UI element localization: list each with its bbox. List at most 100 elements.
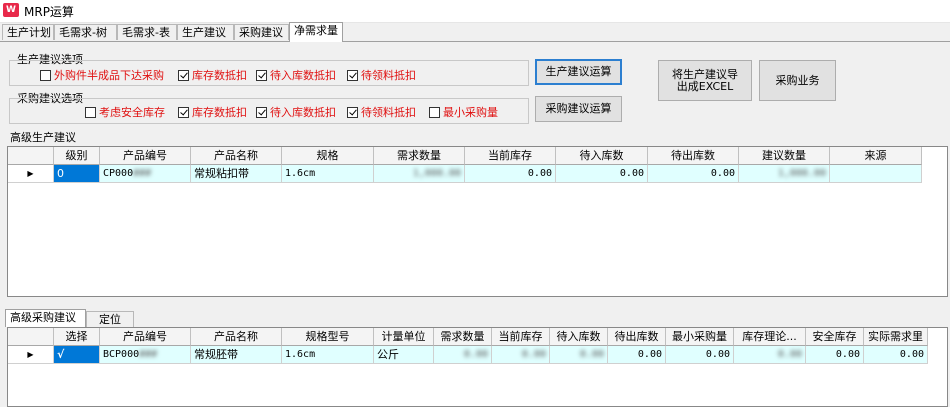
checkbox-safety-stock[interactable]: 考虑安全库存 — [85, 104, 165, 120]
checkbox-checked-icon — [256, 106, 267, 118]
cell-actual-demand[interactable]: 0.00 — [864, 346, 928, 364]
cell-code[interactable]: CP000### — [100, 165, 191, 183]
checkbox-pending-pick-deduct[interactable]: 待领料抵扣 — [347, 67, 416, 83]
grid-header: 选择 产品编号 产品名称 规格型号 计量单位 需求数量 当前库存 待入库数 待出… — [8, 328, 928, 346]
col-incoming[interactable]: 待入库数 — [556, 147, 648, 165]
cell-safety-stock[interactable]: 0.00 — [806, 346, 864, 364]
col-actual-demand[interactable]: 实际需求里 — [864, 328, 928, 346]
col-demand[interactable]: 需求数量 — [374, 147, 465, 165]
checkbox-label: 最小采购量 — [443, 106, 498, 119]
tab-gross-demand-table[interactable]: 毛需求-表 — [117, 24, 177, 40]
cell-code-redacted: ### — [139, 349, 158, 360]
tab-purchase-suggestion[interactable]: 采购建议 — [234, 24, 289, 40]
cell-code-redacted: ### — [133, 168, 152, 179]
tab-net-demand[interactable]: 净需求量 — [289, 22, 343, 42]
cell-stock-theory[interactable]: 0.00 — [734, 346, 806, 364]
row-indicator-icon: ▶ — [8, 346, 54, 364]
checkbox-checked-icon — [178, 69, 189, 81]
purchase-grid[interactable]: 选择 产品编号 产品名称 规格型号 计量单位 需求数量 当前库存 待入库数 待出… — [7, 327, 948, 407]
cell-code-text: CP000 — [103, 168, 134, 179]
purchase-business-button[interactable]: 采购业务 — [759, 60, 836, 101]
tab-locate[interactable]: 定位 — [86, 311, 134, 327]
cell-level[interactable]: 0 — [54, 165, 100, 183]
cell-demand-value: 0.00 — [463, 349, 488, 360]
tab-production-plan[interactable]: 生产计划 — [2, 24, 54, 40]
checkbox-min-purchase[interactable]: 最小采购量 — [429, 104, 498, 120]
cell-code[interactable]: BCP000### — [100, 346, 191, 364]
cell-source[interactable] — [830, 165, 922, 183]
cell-stock[interactable]: 0.00 — [465, 165, 556, 183]
checkbox-incoming-deduct[interactable]: 待入库数抵扣 — [256, 67, 336, 83]
col-spec[interactable]: 规格 — [282, 147, 374, 165]
app-icon: W — [3, 3, 19, 17]
checkbox-icon — [85, 106, 96, 118]
cell-min-purchase[interactable]: 0.00 — [666, 346, 734, 364]
checkbox-checked-icon — [347, 69, 358, 81]
col-unit[interactable]: 计量单位 — [374, 328, 434, 346]
checkbox-checked-icon — [256, 69, 267, 81]
col-demand[interactable]: 需求数量 — [434, 328, 492, 346]
cell-stock-theory-value: 0.00 — [777, 349, 802, 360]
checkbox-outsourced-purchase[interactable]: 外购件半成品下达采购 — [40, 67, 164, 83]
cell-outgoing[interactable]: 0.00 — [608, 346, 666, 364]
col-stock[interactable]: 当前库存 — [465, 147, 556, 165]
cell-demand[interactable]: 1,000.00 — [374, 165, 465, 183]
tab-production-suggestion[interactable]: 生产建议 — [177, 24, 234, 40]
col-outgoing[interactable]: 待出库数 — [608, 328, 666, 346]
col-min-purchase[interactable]: 最小采购量 — [666, 328, 734, 346]
checkbox-label: 外购件半成品下达采购 — [54, 69, 164, 82]
window-title: MRP运算 — [24, 5, 74, 19]
checkbox-pending-pick-deduct-purchase[interactable]: 待领料抵扣 — [347, 104, 416, 120]
cell-suggest-value: 1,000.00 — [777, 168, 826, 179]
checkbox-label: 库存数抵扣 — [192, 106, 247, 119]
cell-incoming[interactable]: 0.00 — [556, 165, 648, 183]
col-incoming[interactable]: 待入库数 — [550, 328, 608, 346]
row-indicator-icon: ▶ — [8, 165, 54, 183]
col-name[interactable]: 产品名称 — [191, 147, 282, 165]
checkbox-stock-deduct-purchase[interactable]: 库存数抵扣 — [178, 104, 247, 120]
production-calc-button[interactable]: 生产建议运算 — [535, 59, 622, 85]
col-source[interactable]: 来源 — [830, 147, 922, 165]
col-code[interactable]: 产品编号 — [100, 328, 191, 346]
checkbox-icon — [40, 69, 51, 81]
col-stock[interactable]: 当前库存 — [492, 328, 550, 346]
col-safety-stock[interactable]: 安全库存 — [806, 328, 864, 346]
checkbox-incoming-deduct-purchase[interactable]: 待入库数抵扣 — [256, 104, 336, 120]
table-row[interactable]: ▶ √ BCP000### 常规胚带 1.6cm 公斤 0.00 0.00 0.… — [8, 346, 928, 364]
col-outgoing[interactable]: 待出库数 — [648, 147, 739, 165]
col-spec-model[interactable]: 规格型号 — [282, 328, 374, 346]
checkbox-label: 待入库数抵扣 — [270, 69, 336, 82]
title-bar: W MRP运算 — [0, 0, 950, 23]
cell-demand[interactable]: 0.00 — [434, 346, 492, 364]
checkbox-label: 库存数抵扣 — [192, 69, 247, 82]
checkbox-checked-icon — [347, 106, 358, 118]
cell-incoming[interactable]: 0.00 — [550, 346, 608, 364]
cell-spec[interactable]: 1.6cm — [282, 346, 374, 364]
col-suggest[interactable]: 建议数量 — [739, 147, 830, 165]
tab-gross-demand-tree[interactable]: 毛需求-树 — [54, 24, 117, 40]
export-excel-button[interactable]: 将生产建议导出成EXCEL — [658, 60, 752, 101]
col-stock-theory[interactable]: 库存理论... — [734, 328, 806, 346]
cell-code-text: BCP000 — [103, 349, 140, 360]
tab-advanced-purchase[interactable]: 高级采购建议 — [5, 309, 86, 327]
checkbox-checked-icon — [178, 106, 189, 118]
col-level[interactable]: 级别 — [54, 147, 100, 165]
col-name[interactable]: 产品名称 — [191, 328, 282, 346]
cell-outgoing[interactable]: 0.00 — [648, 165, 739, 183]
col-select[interactable]: 选择 — [54, 328, 100, 346]
cell-select-checkmark[interactable]: √ — [54, 346, 100, 364]
checkbox-stock-deduct[interactable]: 库存数抵扣 — [178, 67, 247, 83]
cell-name[interactable]: 常规胚带 — [191, 346, 282, 364]
cell-stock[interactable]: 0.00 — [492, 346, 550, 364]
purchase-calc-button[interactable]: 采购建议运算 — [535, 96, 622, 122]
col-code[interactable]: 产品编号 — [100, 147, 191, 165]
checkbox-label: 待领料抵扣 — [361, 106, 416, 119]
cell-spec[interactable]: 1.6cm — [282, 165, 374, 183]
production-grid[interactable]: 级别 产品编号 产品名称 规格 需求数量 当前库存 待入库数 待出库数 建议数量… — [7, 146, 948, 297]
main-tabs: 生产计划 毛需求-树 毛需求-表 生产建议 采购建议 净需求量 — [0, 22, 950, 42]
cell-unit[interactable]: 公斤 — [374, 346, 434, 364]
cell-name[interactable]: 常规粘扣带 — [191, 165, 282, 183]
production-grid-label: 高级生产建议 — [10, 131, 76, 144]
cell-suggest[interactable]: 1,000.00 — [739, 165, 830, 183]
table-row[interactable]: ▶ 0 CP000### 常规粘扣带 1.6cm 1,000.00 0.00 0… — [8, 165, 922, 183]
